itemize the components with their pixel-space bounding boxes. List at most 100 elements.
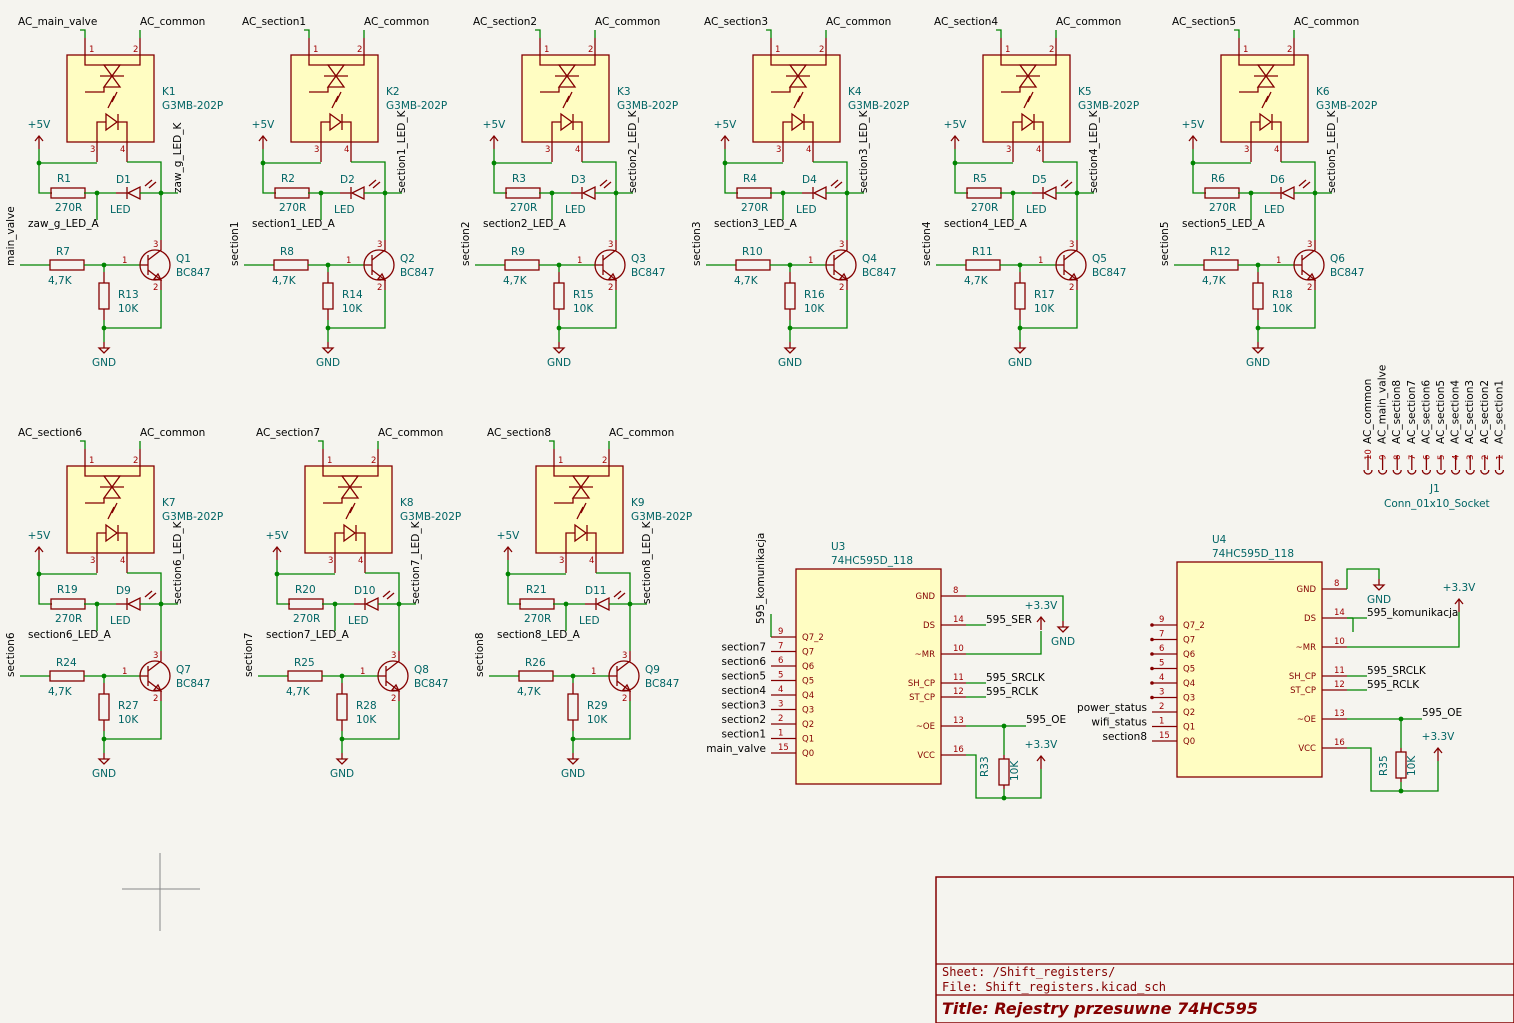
connector-net-label: AC_section5 (1435, 380, 1447, 444)
ground-icon (97, 758, 111, 765)
power-symbol: +3.3V (1025, 739, 1058, 769)
led-cathode-label: zaw_g_LED_K (172, 121, 184, 193)
pin-number: 14 (1334, 608, 1345, 618)
resistor-body (518, 670, 554, 682)
pin-number: 8 (1393, 455, 1403, 460)
led-anode-label: section1_LED_A (252, 218, 336, 230)
relay-channel-9: AC_section8 AC_common 1 2 3 4 K9 G3MB-202P +5V R2… (474, 427, 692, 780)
resistor-body (504, 259, 540, 271)
relay-part: G3MB-202P (400, 511, 461, 523)
pulldown-ref: R14 (342, 289, 363, 301)
title-block-sheet: Sheet: /Shift_registers/ (942, 965, 1115, 979)
shift-register-u4: U4 74HC595D_118 9 Q7_2 7 Q7 6 Q6 5 Q5 4 Q4 3 Q3 2 Q2 pow… (1077, 534, 1476, 794)
pin-number: 1 (591, 667, 596, 677)
led-cathode-label: section8_LED_K (641, 520, 653, 604)
ground-icon (1251, 347, 1265, 354)
ground-symbol: GND (1367, 579, 1391, 606)
pin-number: 2 (622, 694, 627, 704)
control-net-label: main_valve (5, 206, 17, 266)
resistor-body (965, 259, 1001, 271)
resistor-ref: R1 (57, 173, 71, 185)
pin-name: Q2 (802, 720, 814, 730)
pin-number: 2 (377, 283, 382, 293)
ground-symbol: GND (1051, 621, 1075, 648)
wire (507, 560, 521, 605)
ground-symbol: GND (92, 753, 116, 780)
led-emit-icon (148, 181, 157, 189)
control-net-label: section2 (460, 222, 472, 267)
pin-name: GND (916, 592, 936, 602)
resistor-ref: R5 (973, 173, 987, 185)
ac-net-label: AC_section1 (242, 16, 306, 28)
pin-number: 1 (775, 45, 780, 55)
junction-dot (274, 571, 280, 577)
pin-number: 4 (358, 556, 363, 566)
led-ref: D2 (340, 174, 355, 186)
resistor-value: 270R (971, 202, 998, 214)
resistor-body (98, 282, 110, 310)
led-ref: D3 (571, 174, 586, 186)
resistor-ref: R2 (281, 173, 295, 185)
resistor-body (735, 259, 771, 271)
junction-dot (491, 160, 497, 166)
pin-number: 1 (1159, 717, 1164, 727)
pin-number: 3 (314, 145, 319, 155)
led-anode-label: section5_LED_A (1182, 218, 1266, 230)
led-ref: D9 (116, 585, 131, 597)
pin-number: 9 (1159, 615, 1164, 625)
ground-symbol: GND (316, 342, 340, 369)
pin-number: 2 (1481, 455, 1491, 460)
ac-net-label: AC_main_valve (18, 16, 97, 28)
pin-name: Q1 (802, 735, 814, 745)
base-resistor-value: 4,7K (964, 275, 989, 287)
relay-body (290, 54, 379, 143)
pin-number: 3 (776, 145, 781, 155)
noconnect-dot (1150, 652, 1154, 656)
pin-number: 1 (327, 456, 332, 466)
title-block-file: File: Shift_registers.kicad_sch (942, 980, 1166, 994)
pin-number: 2 (153, 283, 158, 293)
connector-pin-10: 10 AC_common (1362, 379, 1374, 475)
control-net-label: section4 (921, 221, 933, 266)
net-label: wifi_status (1091, 717, 1147, 729)
ground-icon (566, 758, 580, 765)
led-anode-label: section4_LED_A (944, 218, 1028, 230)
led-emit-icon (1298, 179, 1307, 187)
connector-pin-4: 4 AC_section4 (1450, 380, 1462, 475)
socket-icon (1377, 469, 1388, 475)
resistor-body (736, 187, 772, 199)
ac-common-label: AC_common (140, 16, 205, 28)
ground-label: GND (92, 768, 116, 780)
pin-number: 11 (953, 673, 964, 683)
transistor-value: BC847 (176, 267, 210, 279)
pin-number: 8 (1334, 579, 1339, 589)
resistor-value: 270R (741, 202, 768, 214)
ground-symbol: GND (1008, 342, 1032, 369)
led-cathode-label: section1_LED_K (396, 109, 408, 193)
led-value: LED (110, 615, 131, 627)
resistor-value: 270R (293, 613, 320, 625)
noconnect-dot (1150, 637, 1154, 642)
pin-name: DS (1304, 614, 1316, 624)
wire (582, 161, 617, 240)
wire (1234, 29, 1240, 38)
net-label: 595_komunikacja (1367, 607, 1458, 619)
connector-net-label: AC_section3 (1464, 380, 1476, 444)
power-symbol: +5V (252, 119, 275, 149)
junction-dot (505, 571, 511, 577)
pin-number: 7 (778, 642, 783, 652)
relay-part: G3MB-202P (1316, 100, 1377, 112)
connector-net-label: AC_section6 (1420, 380, 1432, 444)
led-emit-icon (1060, 179, 1069, 187)
led-cathode-label: section3_LED_K (858, 109, 870, 193)
relay-body (66, 465, 155, 554)
power-label: +5V (28, 530, 51, 542)
led-ref: D6 (1270, 174, 1285, 186)
power-label: +5V (497, 530, 520, 542)
pin-number: 2 (1159, 702, 1164, 712)
wire (724, 149, 738, 194)
wire (954, 149, 968, 194)
pin-number: 3 (1069, 240, 1074, 250)
pin-name: ST_CP (1290, 686, 1316, 696)
chip-value: 74HC595D_118 (1212, 548, 1294, 560)
